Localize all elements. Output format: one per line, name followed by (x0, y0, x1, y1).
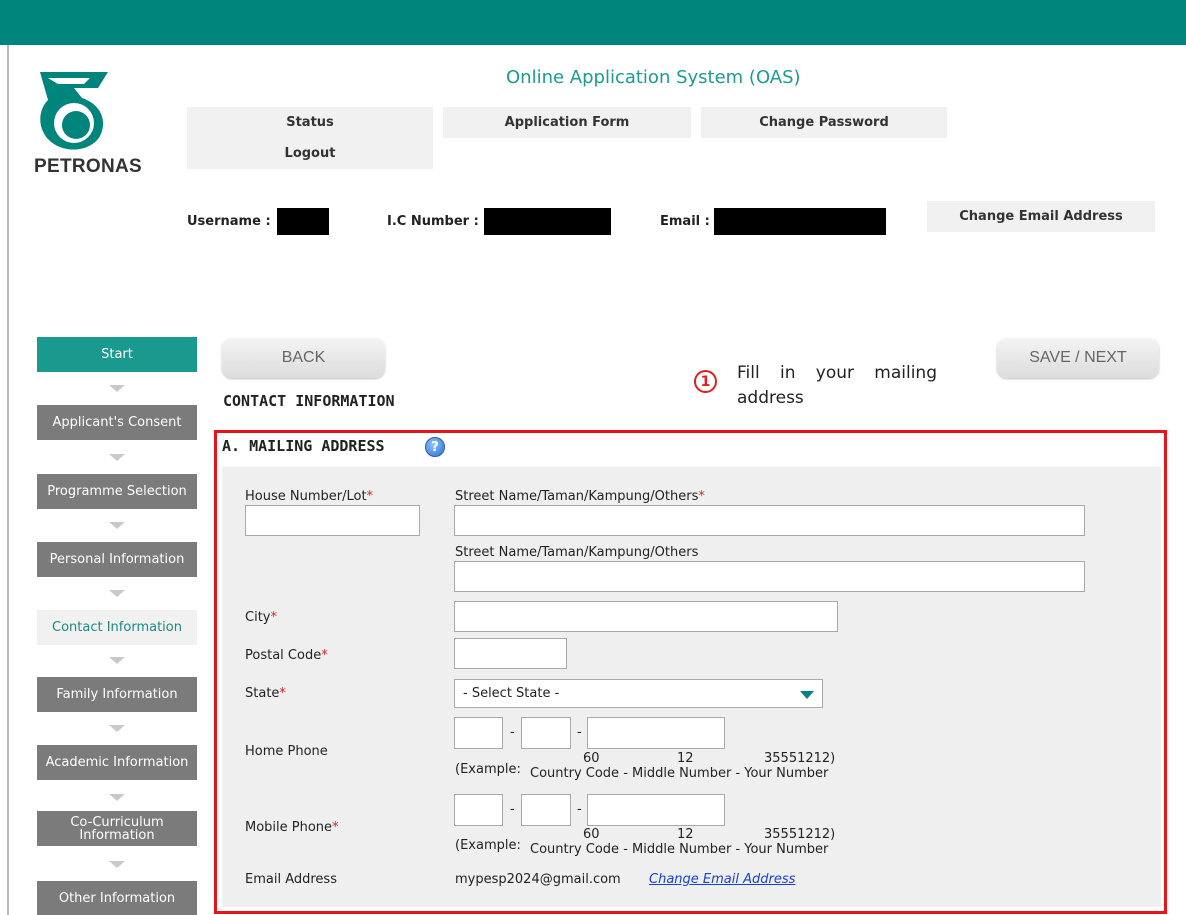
home-phone-middle-input[interactable] (521, 717, 571, 749)
help-icon[interactable]: ? (425, 437, 445, 457)
mobile-phone-example-prefix: (Example: (455, 838, 521, 853)
house-number-label: House Number/Lot* (245, 489, 374, 504)
back-button[interactable]: BACK (222, 338, 385, 378)
street-name-2-input[interactable] (454, 561, 1085, 592)
step-co-curriculum-information[interactable]: Co-Curriculum Information (37, 811, 197, 846)
save-next-button[interactable]: SAVE / NEXT (997, 338, 1159, 378)
mailing-address-title: A. MAILING ADDRESS (222, 437, 385, 455)
change-email-address-link[interactable]: Change Email Address (649, 872, 795, 887)
home-phone-label: Home Phone (245, 744, 328, 759)
state-label: State* (245, 686, 286, 701)
step-arrow-icon (109, 454, 125, 461)
home-phone-number-input[interactable] (587, 717, 725, 749)
ic-number-redacted (484, 208, 611, 235)
step-programme-selection[interactable]: Programme Selection (37, 474, 197, 509)
step-arrow-icon (109, 794, 125, 801)
home-phone-country-input[interactable] (454, 717, 503, 749)
step-personal-information[interactable]: Personal Information (37, 542, 197, 577)
phone-dash: - (510, 802, 515, 817)
city-label: City* (245, 610, 277, 625)
nav-logout-button[interactable]: Logout (187, 138, 433, 169)
mobile-phone-example-number: 35551212) (764, 827, 836, 842)
street-name-1-label: Street Name/Taman/Kampung/Others* (455, 489, 705, 504)
step-start[interactable]: Start (37, 337, 197, 372)
nav-status-button[interactable]: Status (187, 107, 433, 138)
step-arrow-icon (109, 385, 125, 392)
petronas-drop-icon (40, 72, 108, 150)
app-title: Online Application System (OAS) (506, 67, 801, 88)
step-other-information[interactable]: Other Information (37, 881, 197, 915)
street-name-2-label: Street Name/Taman/Kampung/Others (455, 545, 699, 560)
username-redacted (277, 208, 329, 235)
step-applicants-consent[interactable]: Applicant's Consent (37, 405, 197, 440)
home-phone-example-country: 60 (583, 751, 600, 766)
step-arrow-icon (109, 522, 125, 529)
email-address-value: mypesp2024@gmail.com (455, 872, 621, 887)
mobile-phone-label: Mobile Phone* (245, 820, 339, 835)
mobile-phone-country-input[interactable] (454, 794, 503, 826)
postal-code-label: Postal Code* (245, 648, 328, 663)
step-arrow-icon (109, 657, 125, 664)
dropdown-arrow-icon (800, 691, 814, 699)
step-academic-information[interactable]: Academic Information (37, 745, 197, 780)
home-phone-example-number: 35551212) (764, 751, 836, 766)
postal-code-input[interactable] (454, 638, 567, 669)
email-redacted (714, 208, 886, 235)
nav-change-password-button[interactable]: Change Password (701, 107, 947, 138)
callout-text: Fill in your mailing address (737, 363, 937, 408)
step-arrow-icon (109, 861, 125, 868)
mobile-phone-example-legend: Country Code - Middle Number - Your Numb… (530, 842, 829, 857)
callout-number: 1 (694, 370, 717, 393)
state-select[interactable]: - Select State - (454, 679, 823, 708)
city-input[interactable] (454, 601, 838, 632)
house-number-input[interactable] (245, 505, 420, 536)
step-family-information[interactable]: Family Information (37, 677, 197, 712)
phone-dash: - (510, 725, 515, 740)
mobile-phone-example-middle: 12 (677, 827, 694, 842)
step-arrow-icon (109, 725, 125, 732)
petronas-logo: PETRONAS (34, 68, 154, 178)
step-contact-information[interactable]: Contact Information (37, 610, 197, 645)
state-selected-value: - Select State - (463, 686, 560, 701)
top-banner (0, 0, 1186, 45)
home-phone-example-prefix: (Example: (455, 762, 521, 777)
nav-application-form-button[interactable]: Application Form (443, 107, 691, 138)
step-arrow-icon (109, 590, 125, 597)
section-title: CONTACT INFORMATION (223, 392, 395, 410)
ic-number-label: I.C Number : (387, 214, 479, 229)
email-address-label: Email Address (245, 872, 337, 887)
home-phone-example-middle: 12 (677, 751, 694, 766)
mobile-phone-example-country: 60 (583, 827, 600, 842)
username-label: Username : (187, 214, 271, 229)
change-email-address-button[interactable]: Change Email Address (927, 201, 1155, 232)
phone-dash: - (577, 802, 582, 817)
mobile-phone-number-input[interactable] (587, 794, 725, 826)
email-label: Email : (660, 214, 710, 229)
phone-dash: - (577, 725, 582, 740)
home-phone-example-legend: Country Code - Middle Number - Your Numb… (530, 766, 829, 781)
street-name-1-input[interactable] (454, 505, 1085, 536)
mobile-phone-middle-input[interactable] (521, 794, 571, 826)
logo-text: PETRONAS (34, 156, 142, 177)
frame-border (7, 45, 9, 915)
